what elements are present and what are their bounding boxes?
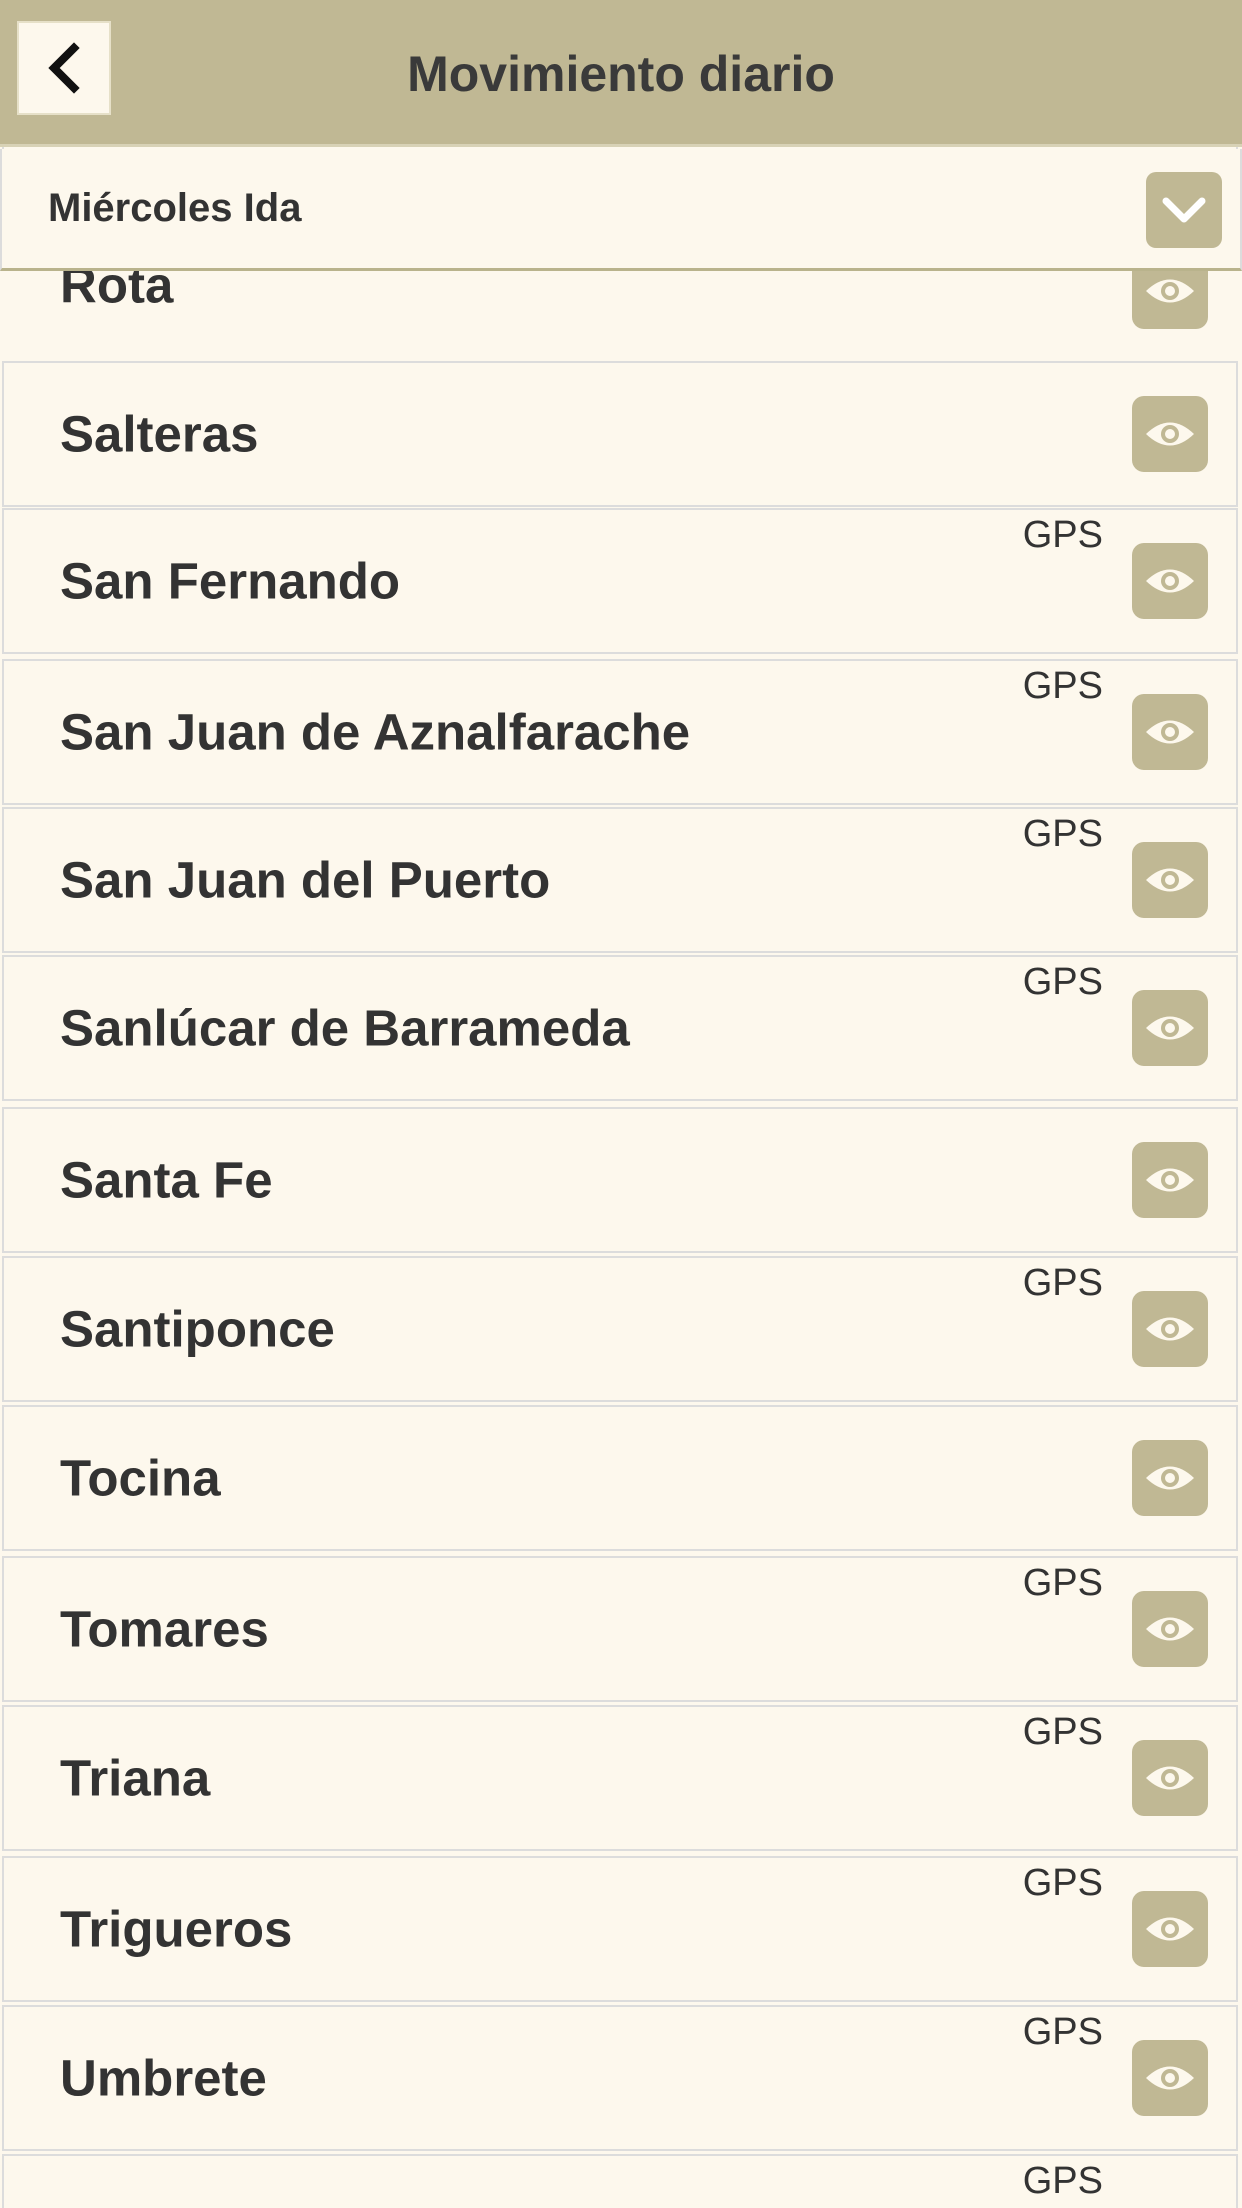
- list-item[interactable]: GPS San Juan de Aznalfarache: [2, 659, 1238, 805]
- list-item-label: Santa Fe: [60, 1151, 273, 1209]
- view-button[interactable]: [1132, 1142, 1208, 1218]
- view-button[interactable]: [1132, 543, 1208, 619]
- view-button[interactable]: [1132, 1740, 1208, 1816]
- list-item[interactable]: GPS San Fernando: [2, 508, 1238, 654]
- page-title: Movimiento diario: [407, 45, 835, 102]
- view-button[interactable]: [1132, 842, 1208, 918]
- eye-icon: [1146, 422, 1194, 446]
- eye-icon: [1146, 1917, 1194, 1941]
- town-list: Rota Salteras GPS San Fernando GPS San J…: [0, 0, 1242, 2208]
- eye-icon: [1146, 1617, 1194, 1641]
- dropdown-button[interactable]: [1146, 172, 1222, 248]
- back-button[interactable]: [17, 21, 111, 115]
- gps-label: GPS: [1022, 665, 1103, 707]
- list-item[interactable]: GPS Umbrete: [2, 2005, 1238, 2151]
- view-button[interactable]: [1132, 1440, 1208, 1516]
- eye-icon: [1146, 868, 1194, 892]
- list-item[interactable]: GPS U: [2, 2154, 1238, 2208]
- list-item-label: Tocina: [60, 1449, 221, 1507]
- chevron-down-icon: [1162, 197, 1206, 223]
- gps-label: GPS: [1022, 2160, 1103, 2202]
- list-item-label: Tomares: [60, 1600, 269, 1658]
- list-item-label: Santiponce: [60, 1300, 335, 1358]
- eye-icon: [1146, 1016, 1194, 1040]
- list-item[interactable]: Santa Fe: [2, 1107, 1238, 1253]
- list-item[interactable]: Salteras: [2, 361, 1238, 507]
- eye-icon: [1146, 720, 1194, 744]
- list-item-label: San Juan de Aznalfarache: [60, 703, 691, 761]
- eye-icon: [1146, 1317, 1194, 1341]
- gps-label: GPS: [1022, 1711, 1103, 1753]
- list-item[interactable]: GPS Santiponce: [2, 1256, 1238, 1402]
- view-button[interactable]: [1132, 396, 1208, 472]
- eye-icon: [1146, 569, 1194, 593]
- list-item-label: San Juan del Puerto: [60, 851, 551, 909]
- gps-label: GPS: [1022, 1862, 1103, 1904]
- eye-icon: [1146, 2066, 1194, 2090]
- view-button[interactable]: [1132, 1291, 1208, 1367]
- eye-icon: [1146, 1766, 1194, 1790]
- list-item[interactable]: GPS Trigueros: [2, 1856, 1238, 2002]
- gps-label: GPS: [1022, 1262, 1103, 1304]
- view-button[interactable]: [1132, 694, 1208, 770]
- view-button[interactable]: [1132, 2040, 1208, 2116]
- gps-label: GPS: [1022, 961, 1103, 1003]
- gps-label: GPS: [1022, 2011, 1103, 2053]
- list-item-label: Umbrete: [60, 2049, 267, 2107]
- list-item[interactable]: GPS Tomares: [2, 1556, 1238, 1702]
- list-item[interactable]: Tocina: [2, 1405, 1238, 1551]
- list-item-label: Salteras: [60, 405, 259, 463]
- list-item-label: Sanlúcar de Barrameda: [60, 999, 630, 1057]
- list-item[interactable]: GPS Triana: [2, 1705, 1238, 1851]
- view-button[interactable]: [1132, 1591, 1208, 1667]
- list-item-label: San Fernando: [60, 552, 401, 610]
- list-item-label: Trigueros: [60, 1900, 293, 1958]
- list-item[interactable]: GPS San Juan del Puerto: [2, 807, 1238, 953]
- list-item[interactable]: GPS Sanlúcar de Barrameda: [2, 955, 1238, 1101]
- selected-day-label: Miércoles Ida: [48, 186, 302, 230]
- view-button[interactable]: [1132, 1891, 1208, 1967]
- eye-icon: [1146, 279, 1194, 303]
- list-item-label: Triana: [60, 1749, 211, 1807]
- view-button[interactable]: [1132, 990, 1208, 1066]
- eye-icon: [1146, 1168, 1194, 1192]
- gps-label: GPS: [1022, 1562, 1103, 1604]
- eye-icon: [1146, 1466, 1194, 1490]
- app-header: Movimiento diario: [0, 0, 1242, 147]
- chevron-left-icon: [48, 42, 80, 94]
- gps-label: GPS: [1022, 514, 1103, 556]
- gps-label: GPS: [1022, 813, 1103, 855]
- day-filter-select[interactable]: Miércoles Ida: [0, 149, 1242, 271]
